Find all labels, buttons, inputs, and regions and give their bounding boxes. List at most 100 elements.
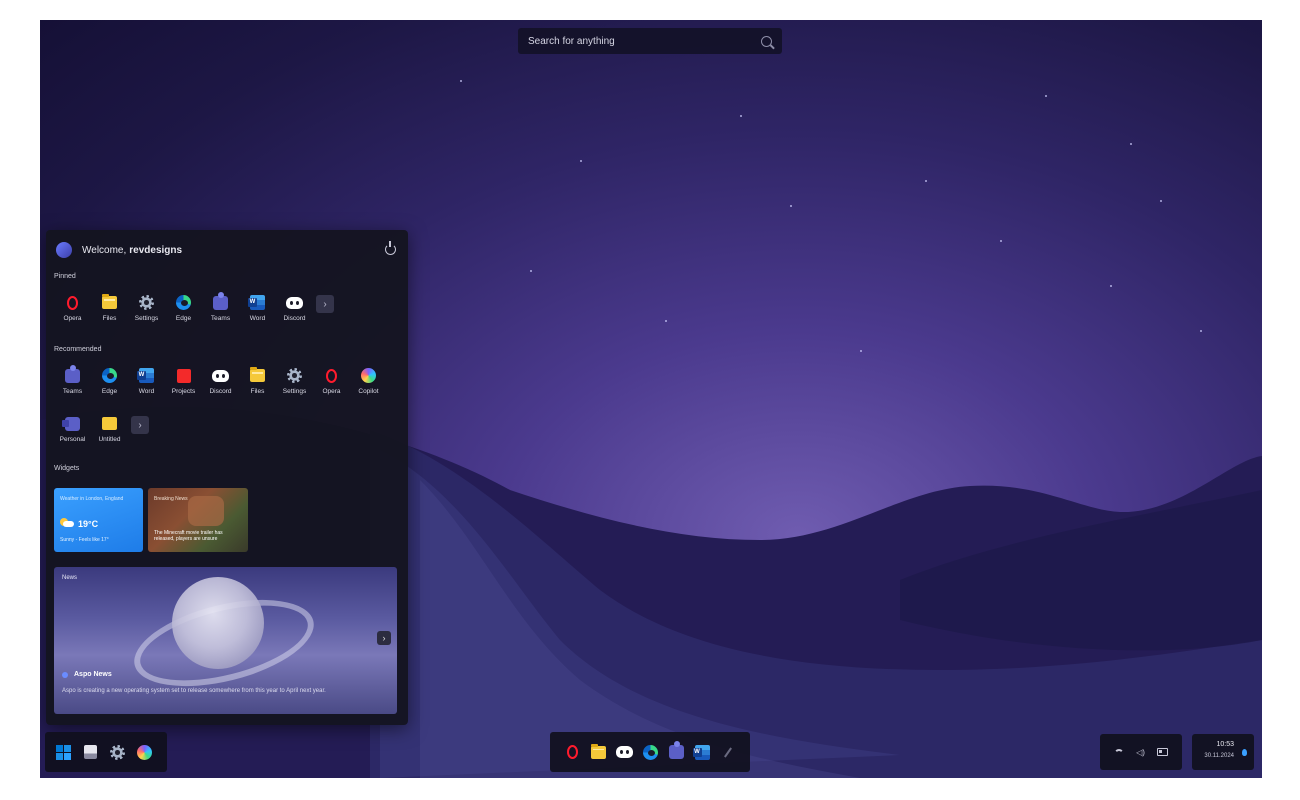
word-icon <box>692 744 710 760</box>
news-description: Aspo is creating a new operating system … <box>62 688 326 694</box>
clock-date: 30.11.2024 <box>1204 753 1234 759</box>
copilot-icon <box>361 368 376 383</box>
start-menu: Welcome, revdesigns Pinned Opera Files S… <box>46 230 408 725</box>
recommended-settings[interactable]: Settings <box>276 367 313 395</box>
file-explorer-icon <box>84 745 97 759</box>
recommended-projects[interactable]: Projects <box>165 367 202 395</box>
notification-icon[interactable] <box>1242 749 1247 756</box>
copilot-button[interactable] <box>136 744 153 761</box>
opera-icon <box>566 745 578 759</box>
recommended-heading: Recommended <box>54 346 102 353</box>
pinned-settings[interactable]: Settings <box>128 294 165 322</box>
recommended-files[interactable]: Files <box>239 367 276 395</box>
start-icon <box>56 744 71 760</box>
app-label: Personal <box>59 436 86 443</box>
app-label: Settings <box>134 315 159 322</box>
untitled-folder-icon <box>102 417 117 430</box>
power-icon[interactable] <box>385 241 396 255</box>
taskbar-opera[interactable] <box>564 744 581 761</box>
planet-image <box>172 577 264 669</box>
taskbar-edge[interactable] <box>642 744 659 761</box>
recommended-discord[interactable]: Discord <box>202 367 239 395</box>
recommended-opera[interactable]: Opera <box>313 367 350 395</box>
app-label: Word <box>138 388 155 395</box>
settings-icon <box>287 368 302 383</box>
weather-temperature: 19°C <box>78 519 99 529</box>
pinned-teams[interactable]: Teams <box>202 291 239 322</box>
app-label: Edge <box>101 388 118 395</box>
pinned-heading: Pinned <box>54 273 76 280</box>
breaking-news-label: Breaking News <box>154 496 188 502</box>
clock[interactable]: 10:53 30.11.2024 <box>1192 734 1254 770</box>
app-label: Word <box>249 315 266 322</box>
settings-icon <box>110 744 125 760</box>
pinned-next-button[interactable]: › <box>316 295 334 313</box>
recommended-next-button[interactable]: › <box>131 416 149 434</box>
chevron-right-icon: › <box>138 419 142 431</box>
file-explorer-button[interactable] <box>82 744 99 761</box>
pinned-files[interactable]: Files <box>91 294 128 322</box>
discord-icon <box>615 746 633 758</box>
breaking-news-headline: The Minecraft movie trailer has released… <box>154 530 223 542</box>
recommended-copilot[interactable]: Copilot <box>350 367 387 395</box>
settings-button[interactable] <box>109 744 126 761</box>
app-label: Opera <box>322 388 341 395</box>
news-widget[interactable]: News › Aspo News Aspo is creating a new … <box>54 567 397 714</box>
news-next-button[interactable]: › <box>377 631 391 645</box>
search-icon[interactable] <box>761 35 772 47</box>
recommended-teams[interactable]: Teams <box>54 364 91 395</box>
system-tray[interactable]: ◁) <box>1100 734 1182 770</box>
word-icon <box>248 295 265 310</box>
recommended-apps: Teams Edge Word Projects Discord Files S… <box>54 364 387 395</box>
projects-icon <box>176 368 191 383</box>
taskbar-discord[interactable] <box>615 744 633 761</box>
app-label: Settings <box>282 388 307 395</box>
weather-widget[interactable]: Weather in London, England 19°C Sunny - … <box>54 488 143 552</box>
files-icon <box>590 743 606 759</box>
app-label: Files <box>102 315 117 322</box>
app-label: Files <box>250 388 265 395</box>
wifi-icon[interactable] <box>1114 748 1125 756</box>
files-icon <box>102 294 117 309</box>
pinned-discord[interactable]: Discord <box>276 294 313 322</box>
welcome-text: Welcome, <box>82 244 127 256</box>
recommended-word[interactable]: Word <box>128 367 165 395</box>
taskbar-word[interactable] <box>692 744 711 761</box>
app-label: Discord <box>209 388 232 395</box>
pen-icon <box>724 746 732 758</box>
news-source: Aspo News <box>62 671 112 678</box>
teams-icon <box>668 741 684 759</box>
app-label: Teams <box>210 315 231 322</box>
pinned-opera[interactable]: Opera <box>54 294 91 322</box>
news-label: News <box>62 575 78 581</box>
edge-icon <box>642 744 658 760</box>
search-input[interactable]: Search for anything <box>528 36 761 47</box>
search-bar[interactable]: Search for anything <box>518 28 782 54</box>
start-button[interactable] <box>55 744 72 761</box>
pinned-apps: Opera Files Settings Edge Teams Word Dis… <box>54 291 334 322</box>
breaking-news-widget[interactable]: Breaking News The Minecraft movie traile… <box>148 488 248 552</box>
battery-icon[interactable] <box>1156 748 1168 756</box>
taskbar-center <box>550 732 750 772</box>
pinned-word[interactable]: Word <box>239 294 276 322</box>
avatar[interactable] <box>56 242 72 258</box>
copilot-icon <box>137 744 152 760</box>
pinned-edge[interactable]: Edge <box>165 294 202 322</box>
recommended-personal[interactable]: Personal <box>54 415 91 443</box>
taskbar-files[interactable] <box>590 743 607 761</box>
taskbar-teams[interactable] <box>668 741 685 761</box>
chevron-right-icon: › <box>382 633 386 643</box>
opera-icon <box>67 295 78 310</box>
edge-icon <box>176 295 191 310</box>
opera-icon <box>326 368 337 383</box>
files-icon <box>250 367 265 382</box>
clock-time: 10:53 <box>1216 741 1234 748</box>
volume-icon[interactable]: ◁) <box>1136 748 1145 757</box>
weather-description: Sunny - Feels like 17° <box>60 537 109 543</box>
discord-icon <box>212 369 229 382</box>
taskbar-pen[interactable] <box>720 744 737 761</box>
app-label: Edge <box>175 315 192 322</box>
recommended-edge[interactable]: Edge <box>91 367 128 395</box>
recommended-untitled[interactable]: Untitled <box>91 415 128 443</box>
app-label: Discord <box>283 315 306 322</box>
